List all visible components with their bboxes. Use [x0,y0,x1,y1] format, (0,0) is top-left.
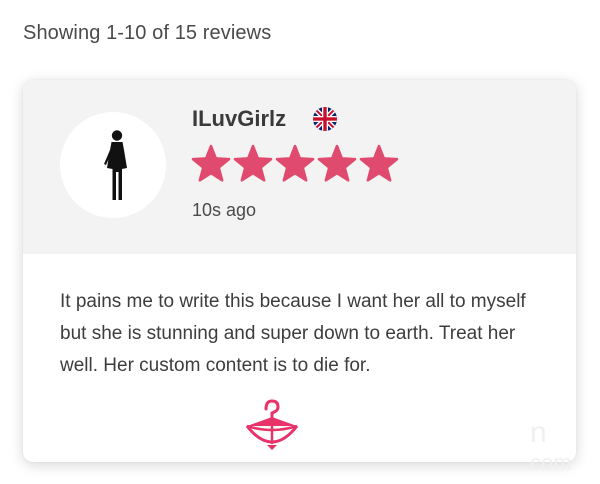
avatar[interactable] [60,112,166,218]
review-time: 10s ago [192,200,257,220]
star-icon [275,144,315,182]
watermark-logo: n .com [524,416,572,475]
uk-flag-icon [313,107,337,131]
star-rating [191,144,399,184]
svg-text:n: n [530,416,547,449]
review-text: It pains me to write this because I want… [60,291,526,376]
review-card: ILuvGirlz 10s ago It pains me to write t… [23,80,576,462]
hanger-bow-icon [245,399,299,450]
reviews-page: Showing 1-10 of 15 reviews ILuvGirlz 10s… [0,0,600,484]
star-icon [191,144,231,182]
reviewer-name[interactable]: ILuvGirlz [192,106,286,132]
female-silhouette-icon [104,130,127,200]
review-header: ILuvGirlz 10s ago [23,80,576,254]
svg-text:.com: .com [524,450,572,475]
star-icon [233,144,273,182]
reviews-count: Showing 1-10 of 15 reviews [23,22,272,44]
star-icon [359,144,399,182]
star-icon [317,144,357,182]
